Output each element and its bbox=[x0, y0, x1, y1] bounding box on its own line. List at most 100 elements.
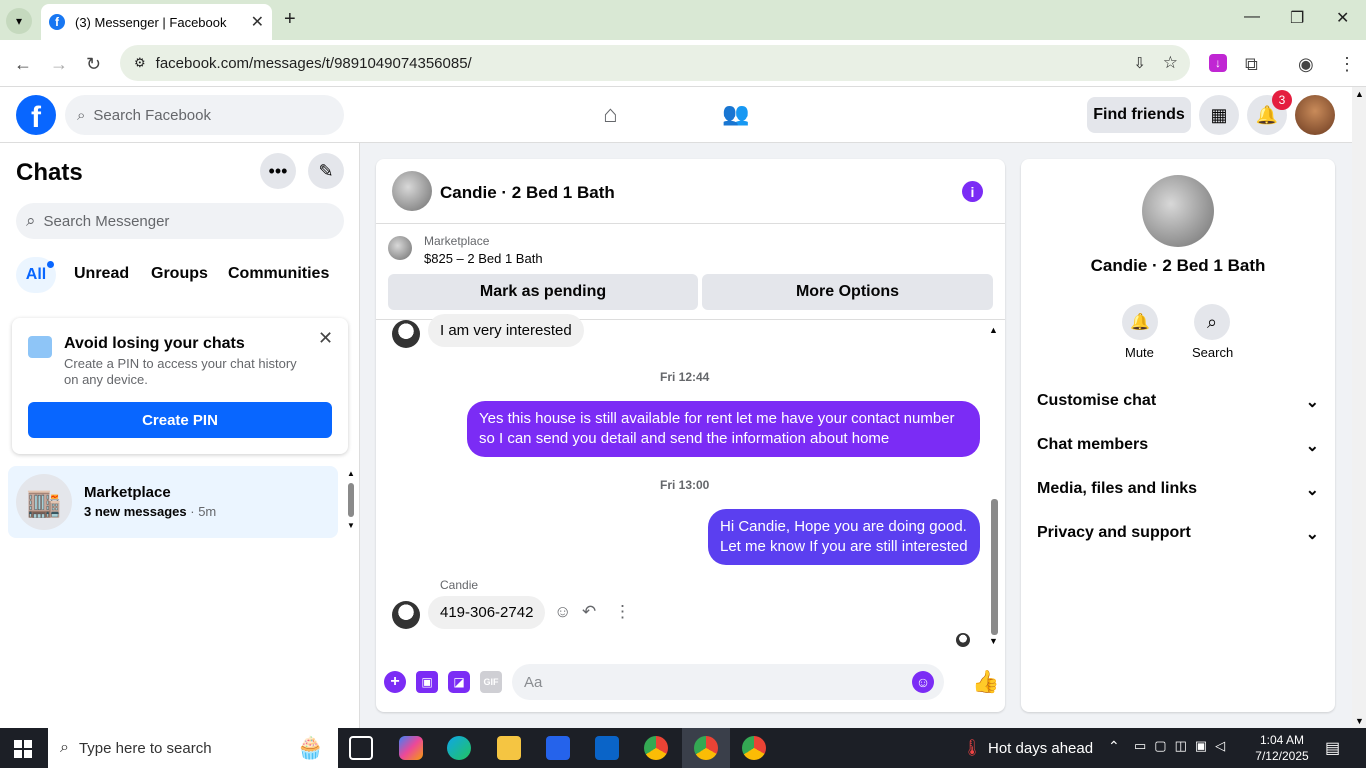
outgoing-message[interactable]: Hi Candie, Hope you are doing good. Let … bbox=[708, 509, 980, 565]
more-actions-icon[interactable]: + bbox=[384, 671, 406, 693]
forward-icon[interactable]: → bbox=[50, 54, 68, 75]
messages-scrollbar[interactable]: ▲ ▼ bbox=[989, 325, 999, 649]
message-input[interactable]: Aa ☺ bbox=[512, 664, 944, 700]
reply-icon[interactable]: ↶ bbox=[582, 602, 596, 622]
listing-title[interactable]: $825 – 2 Bed 1 Bath bbox=[424, 251, 543, 266]
media-files-section[interactable]: Media, files and links ⌄ bbox=[1037, 480, 1319, 500]
close-window-button[interactable]: ✕ bbox=[1336, 8, 1349, 28]
file-explorer-icon[interactable] bbox=[497, 736, 521, 760]
windows-taskbar: ⌕ Type here to search 🧁 🌡 Hot days ahead… bbox=[0, 728, 1366, 768]
sender-name: Candie bbox=[440, 578, 479, 592]
tray-chevron-icon[interactable]: ⌃ bbox=[1108, 738, 1120, 755]
contact-avatar[interactable] bbox=[1142, 175, 1214, 247]
conversation-avatar[interactable] bbox=[392, 171, 432, 211]
chrome-icon[interactable] bbox=[742, 736, 766, 760]
unread-dot bbox=[47, 261, 54, 268]
more-options-icon[interactable]: ••• bbox=[260, 153, 296, 189]
new-tab-button[interactable]: + bbox=[284, 8, 296, 31]
chrome-icon[interactable] bbox=[694, 736, 718, 760]
react-icon[interactable]: ☺ bbox=[554, 602, 571, 622]
incoming-message[interactable]: I am very interested bbox=[428, 314, 584, 347]
privacy-support-section[interactable]: Privacy and support ⌄ bbox=[1037, 524, 1319, 544]
customise-chat-section[interactable]: Customise chat ⌄ bbox=[1037, 392, 1319, 412]
task-view-icon[interactable] bbox=[349, 736, 373, 760]
facebook-logo-icon[interactable]: f bbox=[16, 95, 56, 135]
profile-icon[interactable]: ◉ bbox=[1298, 54, 1314, 75]
conversation-panel: Candie · 2 Bed 1 Bath i Marketplace $825… bbox=[376, 159, 1005, 712]
message-more-icon[interactable]: ⋮ bbox=[614, 602, 631, 622]
sidebar-scroll-thumb[interactable] bbox=[348, 483, 354, 517]
chevron-down-icon: ⌄ bbox=[1305, 482, 1319, 499]
mark-pending-button[interactable]: Mark as pending bbox=[388, 274, 698, 310]
friends-icon[interactable]: 👥 bbox=[722, 101, 749, 127]
attach-media-icon[interactable]: ▣ bbox=[416, 671, 438, 693]
gif-icon[interactable]: GIF bbox=[480, 671, 502, 693]
messenger-search-placeholder: Search Messenger bbox=[43, 212, 170, 230]
close-tab-icon[interactable]: ✕ bbox=[251, 12, 264, 32]
messenger-search-input[interactable]: ⌕ Search Messenger bbox=[16, 203, 344, 239]
filter-communities-tab[interactable]: Communities bbox=[228, 265, 329, 283]
clock[interactable]: 1:04 AM 7/12/2025 bbox=[1255, 732, 1309, 764]
facebook-search-input[interactable]: ⌕ Search Facebook bbox=[65, 95, 344, 135]
notification-center-icon[interactable]: ▤ bbox=[1325, 738, 1340, 758]
tab-menu-button[interactable]: ▾ bbox=[6, 8, 32, 34]
close-card-icon[interactable]: ✕ bbox=[318, 328, 333, 349]
site-info-icon[interactable]: ⚙ bbox=[134, 55, 146, 71]
restore-button[interactable]: ❐ bbox=[1290, 8, 1304, 28]
chat-list-item-marketplace[interactable]: 🏬 Marketplace 3 new messages · 5m bbox=[8, 466, 338, 538]
scroll-up-icon[interactable]: ▲ bbox=[1355, 89, 1364, 99]
scroll-down-icon[interactable]: ▼ bbox=[347, 521, 355, 530]
filter-unread-tab[interactable]: Unread bbox=[74, 265, 129, 283]
minimize-button[interactable]: — bbox=[1244, 8, 1260, 26]
page-scrollbar[interactable]: ▲ ▼ bbox=[1352, 87, 1366, 728]
chat-members-section[interactable]: Chat members ⌄ bbox=[1037, 436, 1319, 456]
scroll-up-icon[interactable]: ▲ bbox=[347, 469, 355, 478]
back-icon[interactable]: ← bbox=[14, 54, 32, 75]
tray-icons[interactable]: ▭▢◫▣◁ bbox=[1134, 738, 1233, 754]
outlook-icon[interactable] bbox=[595, 736, 619, 760]
chat-item-name: Marketplace bbox=[84, 484, 171, 501]
search-icon[interactable]: ⌕ bbox=[1194, 304, 1230, 340]
filter-groups-tab[interactable]: Groups bbox=[151, 265, 208, 283]
weather-text[interactable]: Hot days ahead bbox=[988, 740, 1093, 757]
copilot-icon[interactable] bbox=[399, 736, 423, 760]
extensions-icon[interactable]: ⧉ bbox=[1245, 54, 1258, 75]
home-icon[interactable]: ⌂ bbox=[603, 101, 618, 129]
scroll-down-icon[interactable]: ▼ bbox=[1355, 716, 1364, 726]
listing-thumbnail[interactable] bbox=[388, 236, 412, 260]
like-icon[interactable]: 👍 bbox=[972, 669, 999, 695]
install-app-icon[interactable]: ⇩ bbox=[1133, 54, 1146, 72]
store-icon[interactable] bbox=[546, 736, 570, 760]
edge-icon[interactable] bbox=[447, 736, 471, 760]
chrome-icon[interactable] bbox=[644, 736, 668, 760]
chevron-down-icon: ⌄ bbox=[1305, 394, 1319, 411]
menu-grid-icon[interactable]: ▦ bbox=[1199, 95, 1239, 135]
scroll-down-icon[interactable]: ▼ bbox=[989, 636, 998, 646]
mute-icon[interactable]: 🔔 bbox=[1122, 304, 1158, 340]
download-extension-icon[interactable]: ↓ bbox=[1209, 54, 1227, 72]
account-avatar[interactable] bbox=[1295, 95, 1335, 135]
marketplace-listing-bar: Marketplace $825 – 2 Bed 1 Bath Mark as … bbox=[376, 224, 1005, 320]
chats-heading: Chats bbox=[16, 159, 83, 186]
find-friends-button[interactable]: Find friends bbox=[1087, 97, 1191, 133]
browser-tab[interactable]: f (3) Messenger | Facebook ✕ bbox=[41, 4, 272, 40]
section-label: Media, files and links bbox=[1037, 480, 1198, 497]
emoji-icon[interactable]: ☺ bbox=[912, 671, 934, 693]
incoming-message[interactable]: 419-306-2742 bbox=[428, 596, 546, 629]
scroll-up-icon[interactable]: ▲ bbox=[989, 325, 998, 335]
messages-scroll-thumb[interactable] bbox=[991, 499, 998, 635]
more-options-button[interactable]: More Options bbox=[702, 274, 993, 310]
taskbar-search-input[interactable]: ⌕ Type here to search 🧁 bbox=[48, 728, 338, 768]
info-icon[interactable]: i bbox=[962, 181, 983, 202]
outgoing-message[interactable]: Yes this house is still available for re… bbox=[467, 401, 980, 457]
bookmark-star-icon[interactable]: ☆ bbox=[1163, 53, 1178, 73]
url-field[interactable]: ⚙ facebook.com/messages/t/98910490743560… bbox=[120, 45, 1190, 81]
sidebar-scrollbar[interactable]: ▲ ▼ bbox=[346, 469, 356, 533]
conversation-title[interactable]: Candie · 2 Bed 1 Bath bbox=[440, 183, 615, 203]
reload-icon[interactable]: ↻ bbox=[86, 54, 101, 75]
new-message-icon[interactable]: ✎ bbox=[308, 153, 344, 189]
windows-start-icon[interactable] bbox=[14, 740, 32, 758]
sticker-icon[interactable]: ◪ bbox=[448, 671, 470, 693]
create-pin-button[interactable]: Create PIN bbox=[28, 402, 332, 438]
browser-menu-icon[interactable]: ⋮ bbox=[1338, 54, 1356, 75]
